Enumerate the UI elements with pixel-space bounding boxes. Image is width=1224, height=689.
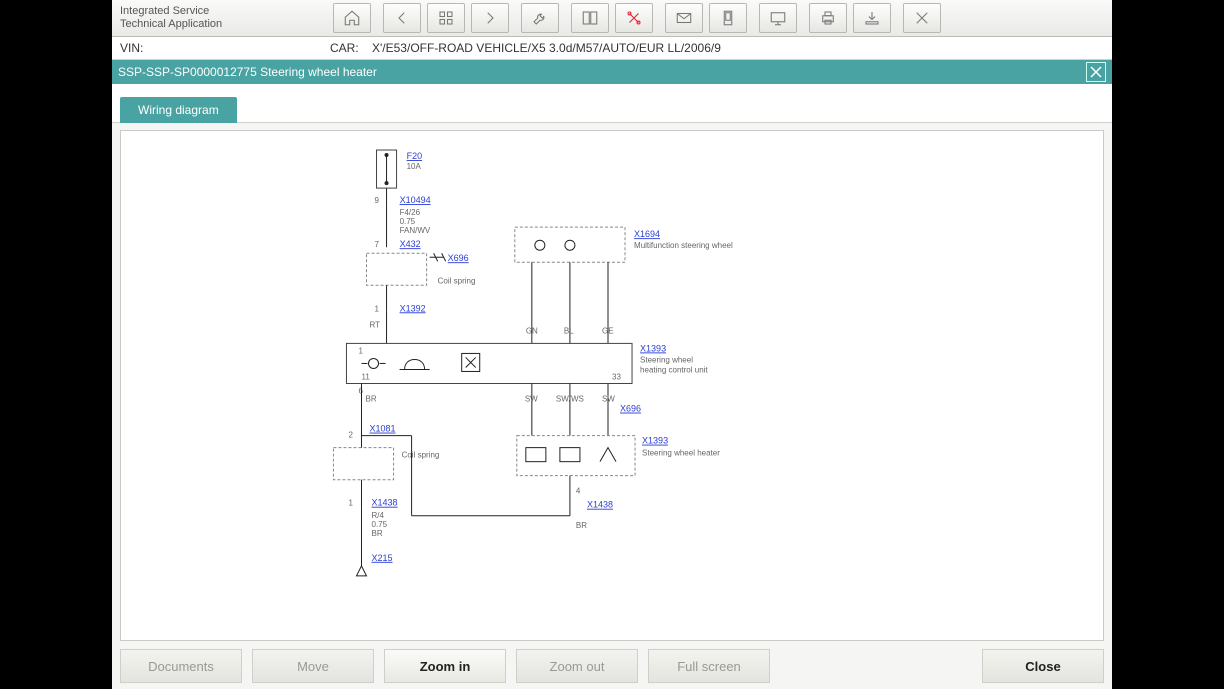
app-title: Integrated Service Technical Application (112, 5, 330, 31)
car-value: X'/E53/OFF-ROAD VEHICLE/X5 3.0d/M57/AUTO… (372, 41, 721, 55)
svg-text:2: 2 (348, 431, 353, 440)
svg-text:BR: BR (576, 521, 587, 530)
arrow-left-icon (393, 9, 411, 27)
svg-text:Coil spring: Coil spring (438, 276, 476, 285)
svg-text:X10494: X10494 (400, 195, 431, 205)
svg-text:SW/WS: SW/WS (556, 395, 584, 404)
tab-wiring-diagram[interactable]: Wiring diagram (120, 97, 237, 123)
vin-label: VIN: (120, 41, 330, 55)
nav-forward-button[interactable] (471, 3, 509, 33)
svg-text:0.75: 0.75 (372, 520, 388, 529)
svg-text:X1393: X1393 (642, 436, 668, 446)
svg-text:SW: SW (602, 395, 615, 404)
svg-text:1: 1 (348, 499, 353, 508)
svg-text:0.75: 0.75 (400, 217, 416, 226)
vin-bar: VIN: CAR: X'/E53/OFF-ROAD VEHICLE/X5 3.0… (112, 37, 1112, 60)
svg-text:7: 7 (375, 240, 380, 249)
home-icon (343, 9, 361, 27)
wiring-diagram-svg: F20 10A 9 X10494 F4/26 0.75 FAN/WV 7 X43… (121, 131, 1103, 640)
svg-text:X696: X696 (448, 253, 469, 263)
grid-icon (437, 9, 455, 27)
doc-title: SSP-SSP-SP0000012775 Steering wheel heat… (118, 65, 377, 79)
download-button[interactable] (853, 3, 891, 33)
svg-text:Steering wheel: Steering wheel (640, 355, 693, 364)
close-icon (913, 9, 931, 27)
svg-text:R/4: R/4 (372, 511, 385, 520)
bottom-button-row: Documents Move Zoom in Zoom out Full scr… (120, 649, 1104, 683)
svg-text:FAN/WV: FAN/WV (400, 226, 431, 235)
nav-index-button[interactable] (427, 3, 465, 33)
svg-text:4: 4 (576, 487, 581, 496)
documents-button[interactable]: Documents (120, 649, 242, 683)
home-button[interactable] (333, 3, 371, 33)
full-screen-button[interactable]: Full screen (648, 649, 770, 683)
svg-text:X696: X696 (620, 404, 641, 414)
svg-text:9: 9 (375, 196, 380, 205)
svg-text:Steering wheel heater: Steering wheel heater (642, 449, 720, 458)
doc-close-button[interactable] (1086, 62, 1106, 82)
zoom-in-button[interactable]: Zoom in (384, 649, 506, 683)
svg-text:RT: RT (370, 320, 381, 329)
mail-icon (675, 9, 693, 27)
svg-text:33: 33 (612, 372, 621, 381)
svg-text:GN: GN (526, 326, 538, 335)
svg-text:1: 1 (358, 346, 363, 355)
svg-text:11: 11 (361, 372, 370, 381)
car-label: CAR: (330, 41, 372, 55)
print-button[interactable] (809, 3, 847, 33)
svg-text:10A: 10A (407, 162, 422, 171)
svg-text:X215: X215 (372, 553, 393, 563)
close-app-button[interactable] (903, 3, 941, 33)
mail-button[interactable] (665, 3, 703, 33)
close-icon (1090, 66, 1102, 78)
svg-text:X1081: X1081 (370, 424, 396, 434)
tools-button[interactable] (521, 3, 559, 33)
top-toolbar: Integrated Service Technical Application (112, 0, 1112, 37)
close-button[interactable]: Close (982, 649, 1104, 683)
move-button[interactable]: Move (252, 649, 374, 683)
svg-text:F20: F20 (407, 151, 423, 161)
monitor-icon (769, 9, 787, 27)
nav-back-button[interactable] (383, 3, 421, 33)
connector-icon (625, 9, 643, 27)
app-window: Integrated Service Technical Application (112, 0, 1112, 689)
doc-title-bar: SSP-SSP-SP0000012775 Steering wheel heat… (112, 60, 1112, 84)
svg-text:X1438: X1438 (587, 500, 613, 510)
svg-text:X432: X432 (400, 239, 421, 249)
device-icon (719, 9, 737, 27)
svg-text:6: 6 (358, 387, 363, 396)
svg-text:BL: BL (564, 326, 574, 335)
layout-button[interactable] (571, 3, 609, 33)
zoom-out-button[interactable]: Zoom out (516, 649, 638, 683)
svg-text:X1694: X1694 (634, 229, 660, 239)
download-icon (863, 9, 881, 27)
svg-text:X1438: X1438 (372, 498, 398, 508)
svg-text:GE: GE (602, 326, 614, 335)
svg-text:Coil spring: Coil spring (402, 451, 440, 460)
svg-text:1: 1 (375, 304, 380, 313)
diagram-canvas[interactable]: F20 10A 9 X10494 F4/26 0.75 FAN/WV 7 X43… (120, 130, 1104, 641)
wrench-icon (531, 9, 549, 27)
connector-button[interactable] (615, 3, 653, 33)
device-button[interactable] (709, 3, 747, 33)
layout-icon (581, 9, 599, 27)
svg-text:BR: BR (372, 529, 383, 538)
svg-text:Multifunction steering wheel: Multifunction steering wheel (634, 241, 733, 250)
svg-text:SW: SW (525, 395, 538, 404)
arrow-right-icon (481, 9, 499, 27)
monitor-button[interactable] (759, 3, 797, 33)
print-icon (819, 9, 837, 27)
svg-text:X1393: X1393 (640, 343, 666, 353)
svg-text:BR: BR (365, 395, 376, 404)
svg-text:heating control unit: heating control unit (640, 365, 708, 374)
svg-text:X1392: X1392 (400, 303, 426, 313)
svg-text:F4/26: F4/26 (400, 208, 421, 217)
tab-row: Wiring diagram (112, 84, 1112, 123)
